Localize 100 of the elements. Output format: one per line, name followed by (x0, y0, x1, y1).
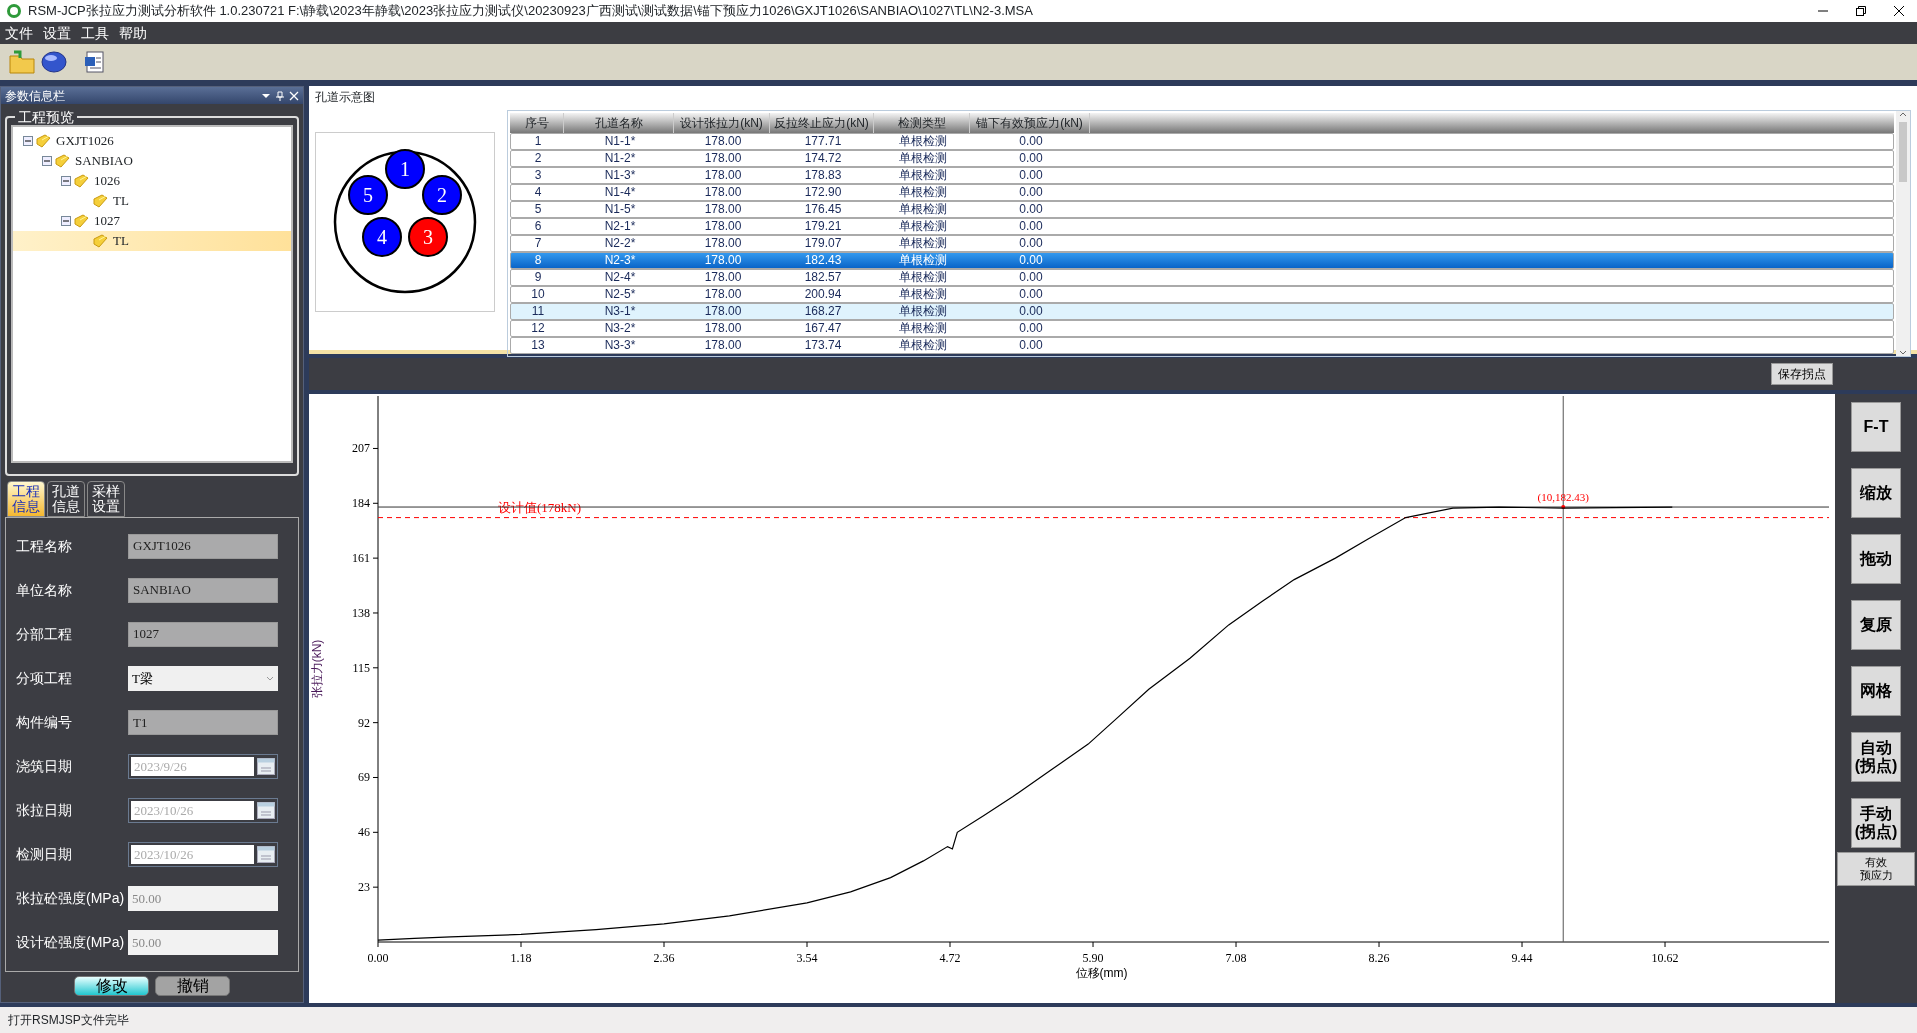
tick-label: 9.44 (1511, 951, 1533, 965)
pin-icon[interactable] (275, 90, 285, 101)
panel-tab[interactable]: 孔道信息 (47, 481, 85, 517)
menu-item[interactable]: 帮助 (114, 22, 152, 44)
tree-node[interactable]: 1027 (13, 211, 291, 231)
tool-button[interactable]: 缩放 (1851, 468, 1901, 518)
axis-title: 位移(mm) (1075, 966, 1128, 980)
field-label: 检测日期 (16, 845, 73, 865)
tree-node[interactable]: TL (13, 231, 291, 251)
collapse-icon[interactable] (23, 136, 33, 146)
collapse-icon[interactable] (42, 156, 52, 166)
menu-item[interactable]: 文件 (0, 22, 38, 44)
restore-icon[interactable] (1855, 5, 1867, 17)
tool-button[interactable]: F-T (1851, 402, 1901, 452)
tree-node[interactable]: 1026 (13, 171, 291, 191)
panel-tab[interactable]: 工程信息 (7, 481, 45, 517)
table-cell-text: 182.43 (803, 253, 843, 268)
table-cell-text: 7 (533, 236, 543, 251)
tool-button[interactable]: 网格 (1851, 666, 1901, 716)
tool-button[interactable]: 自动 (拐点) (1851, 732, 1901, 782)
tick-label: 138 (352, 605, 370, 620)
window-title: RSM-JCP张拉应力测试分析软件 1.0.230721 F:\静载\2023年静载\2023张拉应力测试仪\20230923广西测试\测试数据\锚下预应力1026\GXJT1026\SANBIAO\1027\TL\N2-3.MSA (28, 2, 1033, 21)
input-field[interactable]: GXJT1026 (128, 533, 278, 559)
table-cell-text: 单根检测 (898, 219, 948, 234)
table-cell-text: 单根检测 (898, 321, 948, 336)
tool-button[interactable]: 有效 预应力 (1837, 852, 1915, 886)
table-cell-text: 单根检测 (898, 270, 948, 285)
save-points-button[interactable]: 保存拐点 (1771, 363, 1833, 385)
table-cell-text: 0.00 (1018, 253, 1044, 268)
tick-label: 5.90 (1082, 951, 1104, 965)
table-cell-text: 178.00 (703, 304, 743, 319)
input-field[interactable]: 1027 (128, 621, 278, 647)
table-cell-text: 0.00 (1018, 185, 1044, 200)
scroll-down-icon[interactable] (1899, 349, 1907, 356)
scroll-thumb[interactable] (1899, 122, 1907, 182)
collapse-icon[interactable] (61, 216, 71, 226)
table-cell-text: 178.00 (703, 151, 743, 166)
field-label: 单位名称 (16, 580, 73, 600)
table-cell-text: 178.00 (703, 168, 743, 183)
table-row[interactable]: 2 N1-2* 178.00 174.72 单根检测 0.00 (510, 150, 1894, 167)
table-cell-text: 168.27 (803, 304, 843, 319)
table-cell-text: 0.00 (1018, 151, 1044, 166)
table-cell-text: N1-4* (603, 185, 637, 200)
table-cell-text: 200.94 (803, 287, 843, 302)
menu-item[interactable]: 工具 (76, 22, 114, 44)
table-cell-text: 0.00 (1018, 219, 1044, 234)
folder-icon (92, 193, 108, 209)
table-cell-text: N1-5* (603, 202, 637, 217)
table-cell-text: 0.00 (1018, 134, 1044, 149)
tree-node[interactable]: TL (13, 191, 291, 211)
table-cell-text: 178.00 (703, 219, 743, 234)
edit-button[interactable]: 修改 (74, 976, 149, 996)
table-row[interactable]: 1 N1-1* 178.00 177.71 单根检测 0.00 (510, 133, 1894, 150)
calendar-icon[interactable] (257, 846, 275, 864)
table-cell-text: N3-1* (603, 304, 637, 319)
menu-item[interactable]: 设置 (38, 22, 76, 44)
cancel-button[interactable]: 撤销 (155, 976, 230, 996)
table-row[interactable]: 13 N3-3* 178.00 173.74 单根检测 0.00 (510, 337, 1894, 354)
table-row[interactable]: 11 N3-1* 178.00 168.27 单根检测 0.00 (510, 303, 1894, 320)
tick-label: 4.72 (939, 951, 961, 965)
panel-tab[interactable]: 采样设置 (87, 481, 125, 517)
table-cell-text: 178.00 (703, 202, 743, 217)
scrollbar[interactable] (1896, 111, 1910, 356)
tick-label: 3.54 (796, 951, 818, 965)
tool-button[interactable]: 手动 (拐点) (1851, 798, 1901, 848)
tick-label: 92 (358, 715, 370, 730)
table-row[interactable]: 8 N2-3* 178.00 182.43 单根检测 0.00 (510, 252, 1894, 269)
table-row[interactable]: 7 N2-2* 178.00 179.07 单根检测 0.00 (510, 235, 1894, 252)
field-label: 浇筑日期 (16, 757, 73, 776)
tree-node[interactable]: SANBIAO (13, 151, 291, 171)
calendar-icon[interactable] (257, 802, 275, 820)
collapse-icon[interactable] (61, 176, 71, 186)
table-cell-text: 11 (530, 304, 546, 319)
tool-button[interactable]: 复原 (1851, 600, 1901, 650)
tool-button[interactable]: 拖动 (1851, 534, 1901, 584)
close-icon[interactable] (1893, 5, 1905, 17)
table-row[interactable]: 3 N1-3* 178.00 178.83 单根检测 0.00 (510, 167, 1894, 184)
table-cell-text: N3-3* (603, 338, 637, 353)
table-cell-text: 0.00 (1018, 168, 1044, 183)
table-cell-text: 178.00 (703, 253, 743, 268)
scroll-up-icon[interactable] (1899, 111, 1907, 118)
table-row[interactable]: 9 N2-4* 178.00 182.57 单根检测 0.00 (510, 269, 1894, 286)
table-row[interactable]: 4 N1-4* 178.00 172.90 单根检测 0.00 (510, 184, 1894, 201)
input-field[interactable]: T1 (128, 709, 278, 735)
dropdown-field[interactable]: T梁 (128, 665, 278, 691)
sphere-icon[interactable] (40, 48, 68, 76)
table-cell-text: N2-2* (603, 236, 637, 251)
tree-node[interactable]: GXJT1026 (13, 131, 291, 151)
table-row[interactable]: 10 N2-5* 178.00 200.94 单根检测 0.00 (510, 286, 1894, 303)
folder-icon (73, 213, 89, 229)
field-label: 分项工程 (16, 668, 73, 688)
table-row[interactable]: 12 N3-2* 178.00 167.47 单根检测 0.00 (510, 320, 1894, 337)
input-field[interactable]: SANBIAO (128, 577, 278, 603)
table-cell-text: 5 (533, 202, 543, 217)
table-cell-text: 178.00 (703, 287, 743, 302)
tick-label: 8.26 (1368, 951, 1390, 965)
table-cell-text: 178.00 (703, 338, 743, 353)
table-row[interactable]: 5 N1-5* 178.00 176.45 单根检测 0.00 (510, 201, 1894, 218)
tick-label: 23 (358, 880, 370, 895)
table-row[interactable]: 6 N2-1* 178.00 179.21 单根检测 0.00 (510, 218, 1894, 235)
